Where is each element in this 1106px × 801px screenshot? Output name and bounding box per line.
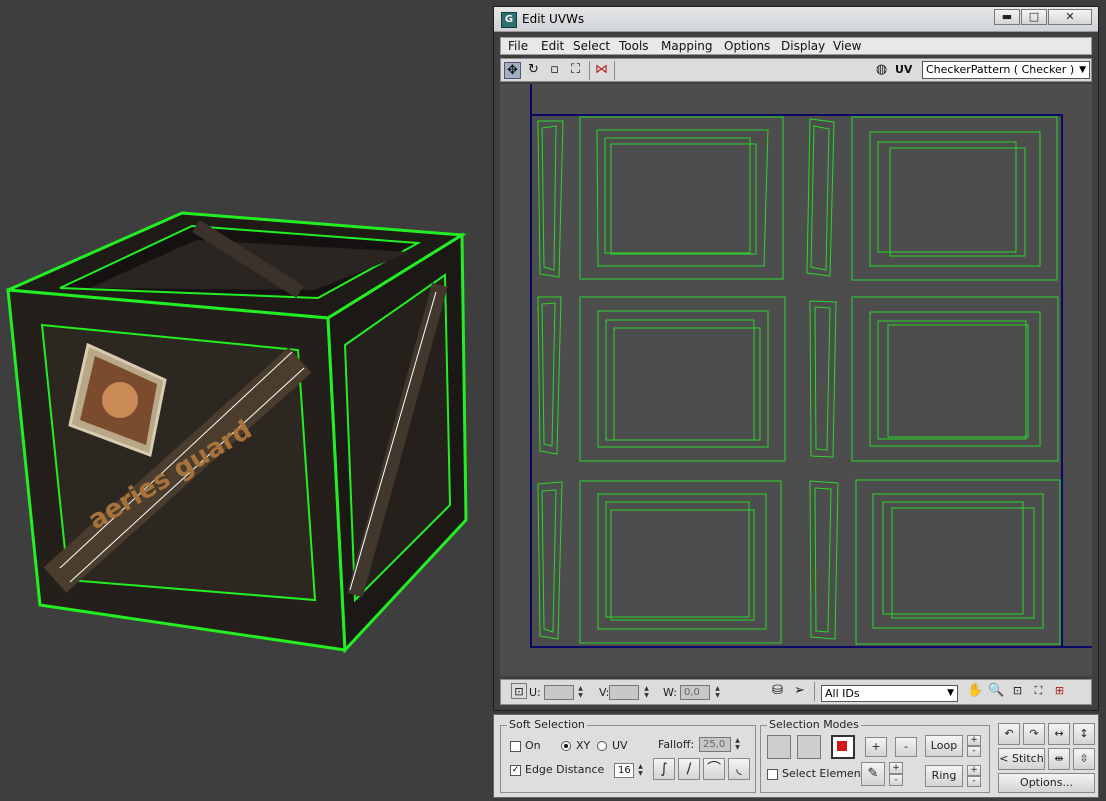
selection-modes-group: Selection Modes + - Loop + - Select Elem… (760, 718, 990, 793)
shrink-button[interactable]: - (895, 737, 917, 757)
uv-status-bar: ⊡ U: ▲ ▼ V: ▲ ▼ W: 0,0 ▲ ▼ ⛁ ➢ All IDs ▼ ✋ … (500, 679, 1092, 705)
menu-display[interactable]: Display (781, 39, 825, 53)
falloff-slow-out-icon[interactable]: ⌒ (703, 758, 725, 780)
menu-mapping[interactable]: Mapping (661, 39, 713, 53)
u-field[interactable] (544, 685, 574, 700)
rotate-ccw-icon[interactable]: ↶ (998, 723, 1020, 745)
grow-button[interactable]: + (865, 737, 887, 757)
3d-viewport[interactable]: aeries guard (0, 0, 492, 801)
xy-radio[interactable] (561, 741, 571, 751)
loop-button[interactable]: Loop (925, 735, 963, 757)
vertex-mode-icon[interactable] (767, 735, 791, 759)
v-label: V: (599, 686, 610, 699)
texture-select[interactable]: CheckerPattern ( Checker ) ▼ (922, 61, 1090, 79)
falloff-spinner[interactable]: ▲ ▼ (733, 737, 742, 752)
filter-icon[interactable]: ➢ (791, 683, 808, 700)
zoom-region-icon[interactable]: ⊡ (1009, 683, 1026, 700)
v-spinner[interactable]: ▲ ▼ (642, 685, 651, 700)
falloff-label: Falloff: (658, 738, 695, 751)
menu-edit[interactable]: Edit (541, 39, 564, 53)
select-element-checkbox[interactable] (767, 769, 778, 780)
edge-distance-field[interactable]: 16 (614, 763, 634, 778)
menu-file[interactable]: File (508, 39, 528, 53)
xy-label: XY (576, 739, 591, 752)
material-id-select[interactable]: All IDs ▼ (821, 685, 958, 702)
loop-shrink-button[interactable]: - (967, 746, 981, 757)
pan-icon[interactable]: ✋ (967, 683, 984, 700)
face-mode-icon[interactable] (831, 735, 855, 759)
uv-radio[interactable] (597, 741, 607, 751)
edge-distance-spinner[interactable]: ▲ ▼ (636, 763, 645, 778)
paint-shrink-button[interactable]: - (889, 774, 903, 786)
zoom-icon[interactable]: 🔍 (988, 683, 1005, 700)
falloff-smooth-icon[interactable]: ∫ (653, 758, 675, 780)
maximize-button[interactable]: □ (1021, 9, 1047, 25)
edge-distance-label: Edge Distance (525, 763, 605, 776)
align-horizontal-icon[interactable]: ⇹ (1048, 748, 1070, 770)
scale-icon[interactable]: ▫ (546, 62, 563, 79)
uv-layout (530, 84, 1092, 648)
mirror-horizontal-icon[interactable]: ↔ (1048, 723, 1070, 745)
zoom-extents-icon[interactable]: ⛶ (1030, 683, 1047, 700)
chevron-down-icon: ▼ (947, 688, 954, 698)
falloff-fast-out-icon[interactable]: ◟ (728, 758, 750, 780)
u-spinner[interactable]: ▲ ▼ (576, 685, 585, 700)
on-label: On (525, 739, 541, 752)
ring-button[interactable]: Ring (925, 765, 963, 787)
menu-select[interactable]: Select (573, 39, 610, 53)
close-button[interactable]: ✕ (1048, 9, 1092, 25)
move-icon[interactable]: ✥ (504, 62, 521, 79)
lock-icon[interactable]: ⛁ (769, 683, 786, 700)
chevron-down-icon: ▼ (1079, 65, 1086, 75)
stitch-button[interactable]: < Stitch > (998, 748, 1045, 785)
w-spinner[interactable]: ▲ ▼ (713, 685, 722, 700)
app-icon: G (501, 12, 517, 28)
checker-sphere-icon[interactable]: ◍ (873, 62, 890, 79)
uv-toolbar: ✥ ↻ ▫ ⛶ ⋈ ◍ UV CheckerPattern ( Checker … (500, 58, 1092, 82)
edge-mode-icon[interactable] (797, 735, 821, 759)
w-label: W: (663, 686, 677, 699)
mirror-vertical-icon[interactable]: ↕ (1073, 723, 1095, 745)
uv-label[interactable]: UV (895, 62, 912, 79)
texture-select-value: CheckerPattern ( Checker ) (926, 63, 1075, 76)
select-element-label: Select Element (782, 767, 865, 780)
mirror-icon[interactable]: ⋈ (593, 62, 610, 79)
u-label: U: (529, 686, 541, 699)
menu-options[interactable]: Options (724, 39, 770, 53)
menu-view[interactable]: View (833, 39, 861, 53)
freeform-icon[interactable]: ⛶ (567, 62, 584, 79)
rotate-cw-icon[interactable]: ↷ (1023, 723, 1045, 745)
edit-uvws-window: G Edit UVWs ▬ □ ✕ File Edit Select Tools… (493, 6, 1099, 711)
ring-grow-button[interactable]: + (967, 765, 981, 776)
paint-grow-button[interactable]: + (889, 762, 903, 774)
falloff-field[interactable]: 25,0 (699, 737, 731, 752)
ring-shrink-button[interactable]: - (967, 776, 981, 787)
uv-editor-canvas[interactable] (500, 84, 1092, 676)
selection-modes-title: Selection Modes (767, 718, 861, 731)
falloff-linear-icon[interactable]: / (678, 758, 700, 780)
minimize-button[interactable]: ▬ (994, 9, 1020, 25)
menu-bar: File Edit Select Tools Mapping Options D… (500, 37, 1092, 55)
absolute-offset-icon[interactable]: ⊡ (511, 683, 527, 699)
material-id-value: All IDs (825, 687, 860, 700)
stitch-label: Stitch (1012, 752, 1044, 765)
align-vertical-icon[interactable]: ⇳ (1073, 748, 1095, 770)
rotate-icon[interactable]: ↻ (525, 62, 542, 79)
menu-tools[interactable]: Tools (619, 39, 649, 53)
crate-render: aeries guard (6, 211, 468, 654)
window-title: Edit UVWs (522, 12, 585, 26)
w-field[interactable]: 0,0 (680, 685, 710, 700)
edge-distance-checkbox[interactable]: ✓ (510, 765, 521, 776)
title-bar[interactable]: G Edit UVWs ▬ □ ✕ (494, 7, 1098, 32)
soft-selection-group: Soft Selection On XY UV Falloff: 25,0 ▲ ▼… (500, 718, 756, 793)
paint-select-icon[interactable]: ✎ (861, 762, 885, 786)
loop-grow-button[interactable]: + (967, 735, 981, 746)
soft-selection-on-checkbox[interactable] (510, 741, 521, 752)
bottom-tool-panel: Soft Selection On XY UV Falloff: 25,0 ▲ ▼… (493, 714, 1099, 798)
v-field[interactable] (609, 685, 639, 700)
uv-radio-label: UV (612, 739, 628, 752)
options-button[interactable]: Options... (998, 773, 1095, 793)
soft-selection-title: Soft Selection (507, 718, 587, 731)
grid-snap-icon[interactable]: ⊞ (1051, 683, 1068, 700)
